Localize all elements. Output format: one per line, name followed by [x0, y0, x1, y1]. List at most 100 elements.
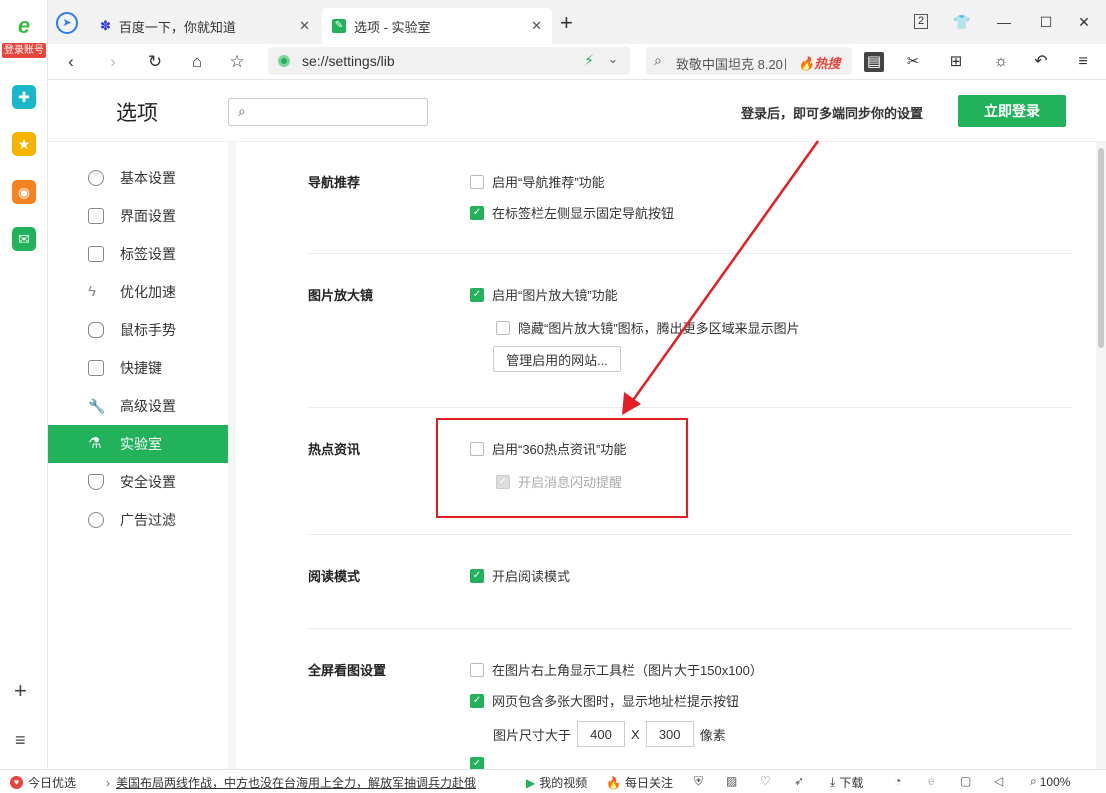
checkbox[interactable]: ✓	[470, 205, 484, 220]
scrollbar-thumb[interactable]	[1098, 148, 1104, 348]
settings-wrench-icon: ✎	[332, 19, 346, 33]
menu-icon[interactable]: ≡	[1072, 51, 1094, 73]
menu-item-security[interactable]: 安全设置	[48, 463, 228, 501]
window-icon[interactable]: ▢	[960, 774, 971, 788]
bookmark-star-button[interactable]: ☆	[226, 51, 248, 73]
height-input[interactable]: 300	[645, 721, 694, 747]
option-label: 网页包含多张大图时，显示地址栏提示按钮	[492, 694, 740, 709]
app-plus-icon[interactable]: ✚	[12, 85, 36, 109]
menu-item-mouse[interactable]: 鼠标手势	[48, 311, 228, 349]
incognito-icon[interactable]: ◔	[894, 774, 901, 788]
zoom-enable-option[interactable]: ✓ 启用“图片放大镜”功能	[470, 285, 618, 304]
shield-icon	[88, 474, 104, 490]
tab-settings[interactable]: ✎ 选项 - 实验室 ✕	[322, 8, 552, 44]
back-button[interactable]: ‹	[60, 51, 82, 73]
weibo-icon[interactable]: ◉	[12, 180, 36, 204]
menu-item-advanced[interactable]: 🔧 高级设置	[48, 387, 228, 425]
my-videos-label: 我的视频	[539, 776, 588, 790]
close-window-button[interactable]: ✕	[1074, 12, 1094, 32]
list-icon[interactable]: ≡	[15, 730, 26, 751]
maximize-button[interactable]: ☐	[1036, 12, 1056, 32]
ie-mode-icon[interactable]: e	[928, 774, 935, 788]
tab-baidu[interactable]: ✽ 百度一下，你就知道 ✕	[90, 8, 320, 44]
checkbox[interactable]: ✓	[470, 757, 484, 769]
zoom-level[interactable]: ⌕ 100%	[1030, 774, 1070, 789]
manage-sites-button[interactable]: 管理启用的网站...	[493, 346, 621, 372]
nav-enable-option[interactable]: 启用“导航推荐”功能	[470, 172, 605, 191]
fullscreen-hint-option[interactable]: ✓ 网页包含多张大图时，显示地址栏提示按钮	[470, 691, 739, 710]
checkbox[interactable]: ✓	[470, 568, 484, 583]
scrollbar[interactable]	[1096, 142, 1106, 769]
menu-item-shortcuts[interactable]: 快捷键	[48, 349, 228, 387]
volume-icon[interactable]: ◁	[994, 774, 1003, 788]
browser-logo-icon[interactable]: e	[12, 13, 36, 38]
option-label: 隐藏“图片放大镜”图标，腾出更多区域来显示图片	[518, 321, 800, 336]
daily-focus[interactable]: 🔥 每日关注	[606, 774, 673, 791]
rocket-icon[interactable]: ➶	[794, 774, 804, 788]
zoom-hide-icon-option[interactable]: 隐藏“图片放大镜”图标，腾出更多区域来显示图片	[496, 318, 800, 337]
chevron-down-icon[interactable]: ⌄	[608, 52, 618, 66]
size-label: 图片尺寸大于	[493, 727, 572, 743]
url-bar[interactable]: se://settings/lib ⚡ ⌄	[268, 47, 630, 75]
width-input[interactable]: 400	[577, 721, 626, 747]
menu-item-lab[interactable]: ⚗ 实验室	[48, 425, 228, 463]
address-toolbar: ‹ › ↻ ⌂ ☆ se://settings/lib ⚡ ⌄ ⌕ 致敬中国坦克…	[48, 44, 1106, 80]
speed-lightning-icon[interactable]: ⚡	[584, 52, 594, 69]
mail-icon[interactable]: ✉	[12, 227, 36, 251]
star-favorites-icon[interactable]: ★	[12, 132, 36, 156]
page-title: 选项	[116, 102, 158, 125]
navigation-compass-icon[interactable]: ➤	[56, 12, 78, 34]
menu-item-tabs[interactable]: 标签设置	[48, 235, 228, 273]
hot-search-label[interactable]: 🔥热搜	[798, 53, 840, 72]
download-button[interactable]: ⤓ 下载	[830, 774, 863, 791]
search-icon: ⌕	[654, 52, 662, 68]
add-app-icon[interactable]: +	[14, 678, 27, 704]
close-tab-icon[interactable]: ✕	[299, 18, 310, 34]
minimize-button[interactable]: —	[994, 12, 1014, 32]
close-tab-icon[interactable]: ✕	[531, 18, 542, 34]
reader-book-icon[interactable]: ▤	[864, 52, 884, 72]
my-videos[interactable]: ▶ 我的视频	[526, 774, 587, 791]
new-tab-button[interactable]: +	[560, 10, 573, 36]
login-account-badge[interactable]: 登录账号	[2, 43, 46, 58]
checkbox[interactable]: ✓	[470, 287, 484, 302]
skin-shirt-icon[interactable]: 👕	[952, 12, 972, 32]
partial-option[interactable]: ✓	[470, 757, 492, 769]
menu-item-adblock[interactable]: 广告过滤	[48, 501, 228, 539]
news-ticker[interactable]: › 美国布局两线作战，中方也没在台海用上全力，解放军抽调兵力赴俄	[106, 774, 506, 791]
checkbox[interactable]: ✓	[470, 693, 484, 708]
menu-label: 广告过滤	[120, 512, 176, 528]
read-mode-option[interactable]: ✓ 开启阅读模式	[470, 566, 570, 585]
home-button[interactable]: ⌂	[186, 51, 208, 73]
menu-item-speedup[interactable]: ϟ 优化加速	[48, 273, 228, 311]
undo-icon[interactable]: ↶	[1030, 51, 1052, 73]
keyboard-icon	[88, 360, 104, 376]
settings-search-input[interactable]: ⌕	[228, 98, 428, 126]
menu-label: 快捷键	[120, 360, 162, 376]
checkbox[interactable]	[470, 174, 484, 189]
image-icon[interactable]: ▨	[726, 774, 737, 788]
search-icon: ⌕	[238, 103, 246, 119]
tab-count-badge[interactable]: 2	[914, 14, 928, 29]
fullscreen-toolbar-option[interactable]: 在图片右上角显示工具栏（图片大于150x100）	[470, 660, 763, 679]
zoom-icon: ⌕	[1030, 774, 1037, 788]
checkbox[interactable]	[496, 320, 510, 335]
nav-fixed-button-option[interactable]: ✓ 在标签栏左侧显示固定导航按钮	[470, 203, 674, 222]
shield-status-icon[interactable]: ⛨	[694, 774, 703, 789]
checkbox[interactable]	[470, 441, 484, 456]
brightness-icon[interactable]: ☼	[990, 51, 1012, 73]
search-bar[interactable]: ⌕ 致敬中国坦克 8.20日 🔥热搜	[646, 47, 852, 75]
menu-item-basic[interactable]: 基本设置	[48, 159, 228, 197]
scissors-icon[interactable]: ✂	[902, 51, 924, 73]
login-button[interactable]: 立即登录	[958, 95, 1066, 127]
forward-button[interactable]: ›	[102, 51, 124, 73]
menu-item-interface[interactable]: 界面设置	[48, 197, 228, 235]
health-heart-icon[interactable]: ♡	[760, 774, 771, 788]
apps-grid-icon[interactable]: ⊞	[945, 51, 967, 73]
status-bar: ♥ 今日优选 › 美国布局两线作战，中方也没在台海用上全力，解放军抽调兵力赴俄 …	[0, 769, 1106, 793]
hot-enable-option[interactable]: 启用“360热点资讯”功能	[470, 439, 626, 458]
today-picks[interactable]: ♥ 今日优选	[10, 774, 76, 791]
checkbox[interactable]	[470, 662, 484, 677]
refresh-button[interactable]: ↻	[144, 51, 166, 73]
divider	[308, 253, 1072, 254]
